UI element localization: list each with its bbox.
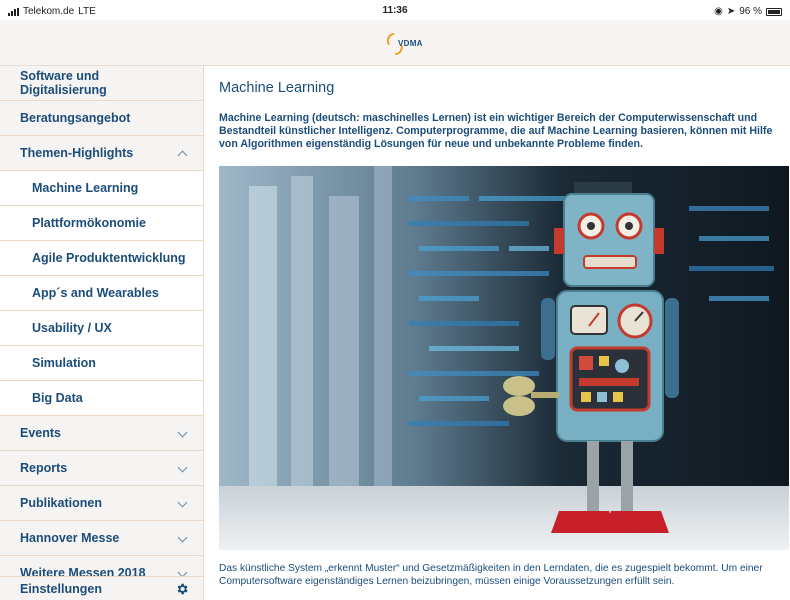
orientation-lock-icon: ◉ — [714, 6, 723, 17]
sidebar-subitem-plattform[interactable]: Plattformökonomie — [0, 206, 203, 241]
sidebar-item-label: Machine Learning — [32, 181, 139, 195]
sidebar-item-label: Publikationen — [20, 496, 102, 510]
sidebar-item-label: Agile Produktentwicklung — [32, 251, 186, 265]
logo-text: VDMA — [398, 39, 423, 48]
status-time: 11:36 — [382, 5, 408, 16]
battery-percent: 96 % — [739, 6, 762, 17]
intro-paragraph: Machine Learning (deutsch: maschinelles … — [219, 112, 773, 150]
settings-label: Einstellungen — [20, 581, 102, 596]
sidebar-item-software[interactable]: Software und Digitalisierung — [0, 66, 203, 101]
sidebar: Software und Digitalisierung Beratungsan… — [0, 66, 204, 600]
chevron-down-icon — [177, 498, 187, 508]
sidebar-item-label: App´s and Wearables — [32, 286, 159, 300]
main-content: Machine Learning Machine Learning (deuts… — [205, 66, 790, 600]
sidebar-item-label: Hannover Messe — [20, 531, 120, 545]
app-header: VDMA — [0, 20, 790, 66]
sidebar-item-label: Big Data — [32, 391, 83, 405]
sidebar-subitem-simulation[interactable]: Simulation — [0, 346, 203, 381]
hero-image-robot — [219, 166, 789, 550]
sidebar-subitem-agile[interactable]: Agile Produktentwicklung — [0, 241, 203, 276]
sidebar-subitem-big-data[interactable]: Big Data — [0, 381, 203, 416]
robot-illustration — [219, 166, 789, 550]
vdma-logo[interactable]: VDMA — [382, 30, 430, 58]
sidebar-item-hannover-messe[interactable]: Hannover Messe — [0, 521, 203, 556]
sidebar-item-label: Beratungsangebot — [20, 111, 131, 125]
sidebar-subitem-apps[interactable]: App´s and Wearables — [0, 276, 203, 311]
chevron-up-icon — [177, 148, 187, 158]
gear-icon[interactable] — [175, 582, 189, 596]
sidebar-item-reports[interactable]: Reports — [0, 451, 203, 486]
sidebar-item-label: Reports — [20, 461, 68, 475]
logo-swoosh-icon — [384, 32, 398, 46]
sidebar-subitem-usability[interactable]: Usability / UX — [0, 311, 203, 346]
battery-icon — [766, 7, 782, 16]
chevron-down-icon — [177, 533, 187, 543]
sidebar-item-label: Themen-Highlights — [20, 146, 134, 160]
sidebar-item-themen[interactable]: Themen-Highlights — [0, 136, 203, 171]
status-bar: Telekom.de LTE 11:36 ◉ ➤ 96 % — [0, 0, 790, 20]
status-right: ◉ ➤ 96 % — [714, 6, 782, 17]
location-icon: ➤ — [726, 6, 736, 17]
outro-paragraph: Das künstliche System „erkennt Muster“ u… — [219, 563, 763, 587]
sidebar-subitem-machine-learning[interactable]: Machine Learning — [0, 171, 203, 206]
sidebar-item-label: Plattformökonomie — [32, 216, 146, 230]
sidebar-item-label: Simulation — [32, 356, 96, 370]
sidebar-item-publikationen[interactable]: Publikationen — [0, 486, 203, 521]
sidebar-item-label: Software und Digitalisierung — [20, 69, 107, 97]
sidebar-item-label: Usability / UX — [32, 321, 112, 335]
sidebar-item-label: Events — [20, 426, 61, 440]
page-title: Machine Learning — [219, 80, 335, 96]
sidebar-item-events[interactable]: Events — [0, 416, 203, 451]
sidebar-item-beratung[interactable]: Beratungsangebot — [0, 101, 203, 136]
chevron-down-icon — [177, 463, 187, 473]
settings-row[interactable]: Einstellungen — [0, 576, 203, 600]
chevron-down-icon — [177, 428, 187, 438]
